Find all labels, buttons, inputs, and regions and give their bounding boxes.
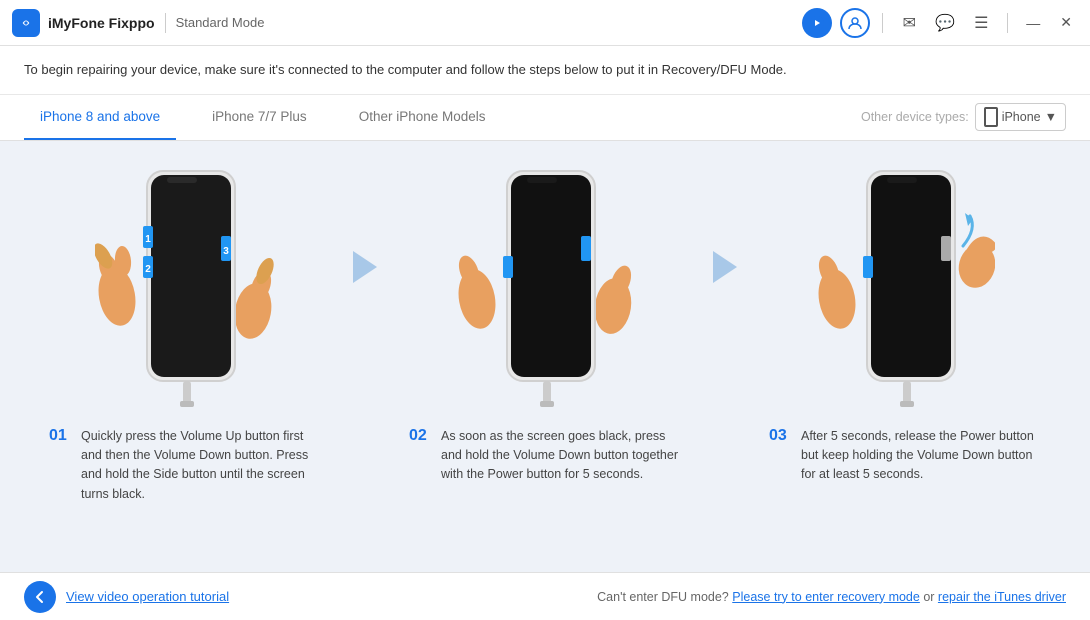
step-2-desc: 02 As soon as the screen goes black, pre…	[405, 419, 685, 493]
dfu-text: Can't enter DFU mode?	[597, 590, 729, 604]
titlebar-icons: ✉ 💬 ☰ — ✕	[802, 8, 1078, 38]
title-bar: iMyFone Fixppo Standard Mode ✉ 💬 ☰ — ✕	[0, 0, 1090, 46]
mode-label: Standard Mode	[176, 15, 265, 30]
step-1-desc: 01 Quickly press the Volume Up button fi…	[45, 419, 325, 513]
step-3-num: 03	[769, 427, 793, 445]
phone-icon	[984, 107, 998, 127]
footer: View video operation tutorial Can't ente…	[0, 572, 1090, 620]
step-3-block: 03 After 5 seconds, release the Power bu…	[750, 151, 1060, 493]
itunes-driver-link[interactable]: repair the iTunes driver	[938, 590, 1066, 604]
back-button[interactable]	[24, 581, 56, 613]
tab-iphone7[interactable]: iPhone 7/7 Plus	[196, 94, 323, 140]
title-separator	[165, 13, 166, 33]
step-1-num: 01	[49, 427, 73, 445]
step-1-block: 1 2 3 01 Quickly press the Volume Up but…	[30, 151, 340, 513]
device-selected: iPhone	[1002, 110, 1041, 124]
step-1-text: Quickly press the Volume Up button first…	[81, 427, 321, 505]
step-2-illustration	[455, 151, 635, 411]
svg-text:3: 3	[223, 246, 229, 257]
step-3-desc: 03 After 5 seconds, release the Power bu…	[765, 419, 1045, 493]
tab-iphone8[interactable]: iPhone 8 and above	[24, 94, 176, 140]
steps-content: 1 2 3 01 Quickly press the Volume Up but…	[0, 141, 1090, 573]
tabs-bar: iPhone 8 and above iPhone 7/7 Plus Other…	[0, 95, 1090, 141]
tab-other-iphone[interactable]: Other iPhone Models	[343, 94, 502, 140]
footer-right: Can't enter DFU mode? Please try to ente…	[597, 590, 1066, 604]
footer-left: View video operation tutorial	[24, 581, 229, 613]
instruction-text: To begin repairing your device, make sur…	[24, 62, 787, 77]
arrow-right-icon-2	[713, 251, 737, 283]
divider-1	[882, 13, 883, 33]
recovery-mode-link[interactable]: Please try to enter recovery mode	[732, 590, 920, 604]
chevron-down-icon: ▼	[1045, 110, 1057, 124]
svg-text:1: 1	[145, 234, 151, 245]
other-devices-selector: Other device types: iPhone ▼	[861, 103, 1066, 131]
device-dropdown[interactable]: iPhone ▼	[975, 103, 1066, 131]
step-1-illustration: 1 2 3	[95, 151, 275, 411]
step-3-text: After 5 seconds, release the Power butto…	[801, 427, 1041, 485]
instruction-bar: To begin repairing your device, make sur…	[0, 46, 1090, 95]
arrow-1	[340, 151, 390, 283]
divider-2	[1007, 13, 1008, 33]
arrow-2	[700, 151, 750, 283]
video-tutorial-link[interactable]: View video operation tutorial	[66, 589, 229, 604]
menu-icon[interactable]: ☰	[967, 9, 995, 37]
close-button[interactable]: ✕	[1054, 10, 1078, 35]
arrow-right-icon	[353, 251, 377, 283]
chat-icon[interactable]: 💬	[931, 9, 959, 37]
music-icon[interactable]	[802, 8, 832, 38]
app-name: iMyFone Fixppo	[48, 15, 155, 31]
mail-icon[interactable]: ✉	[895, 9, 923, 37]
minimize-button[interactable]: —	[1020, 11, 1046, 35]
app-logo	[12, 9, 40, 37]
or-text: or	[923, 590, 938, 604]
steps-container: 1 2 3 01 Quickly press the Volume Up but…	[30, 151, 1060, 573]
step-3-illustration	[815, 151, 995, 411]
user-icon[interactable]	[840, 8, 870, 38]
other-devices-label: Other device types:	[861, 110, 969, 124]
step-2-num: 02	[409, 427, 433, 445]
step-2-block: 02 As soon as the screen goes black, pre…	[390, 151, 700, 493]
step-2-text: As soon as the screen goes black, press …	[441, 427, 681, 485]
main-content: To begin repairing your device, make sur…	[0, 46, 1090, 620]
svg-text:2: 2	[145, 264, 151, 275]
